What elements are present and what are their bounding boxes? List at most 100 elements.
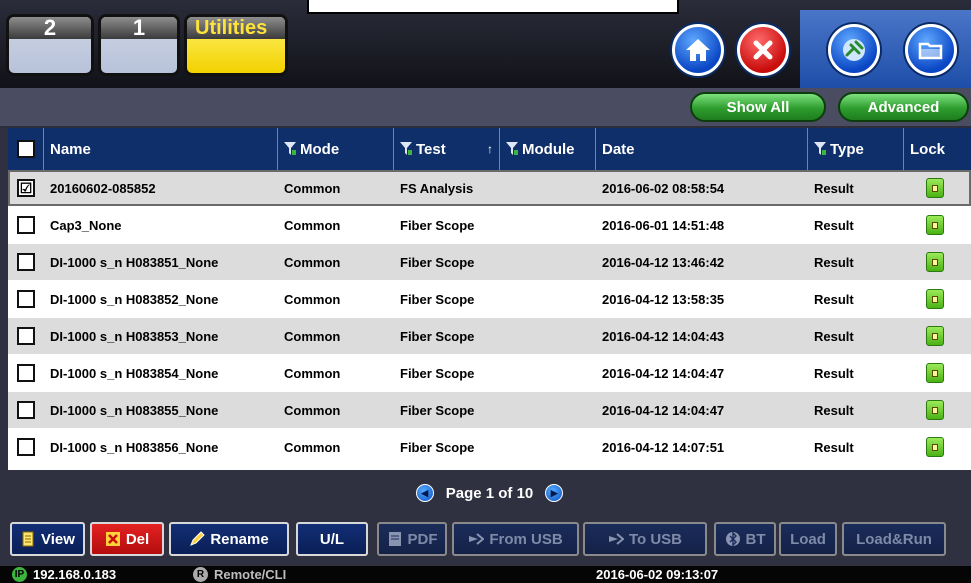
bluetooth-button[interactable]: BT — [714, 522, 776, 556]
pager: ◀ Page 1 of 10 ▶ — [8, 470, 971, 516]
row-checkbox[interactable] — [17, 253, 35, 271]
from-usb-button[interactable]: From USB — [452, 522, 579, 556]
cell-date: 2016-04-12 14:04:47 — [602, 402, 725, 418]
select-all-cell — [8, 128, 44, 170]
document-icon — [22, 531, 34, 547]
lock-icon[interactable] — [926, 400, 944, 420]
lock-icon[interactable] — [926, 252, 944, 272]
column-header-type[interactable]: Type — [808, 128, 904, 170]
lock-icon[interactable] — [926, 326, 944, 346]
tab-1[interactable]: 1 — [98, 14, 180, 76]
lock-icon[interactable] — [926, 437, 944, 457]
remote-connect-button[interactable] — [828, 24, 880, 76]
lock-body — [932, 443, 938, 451]
row-checkbox[interactable] — [17, 216, 35, 234]
rename-button[interactable]: Rename — [169, 522, 289, 556]
table-row[interactable]: DI-1000 s_n H083855_None Common Fiber Scop… — [8, 392, 971, 428]
row-checkbox-cell — [17, 429, 35, 465]
cell-type: Result — [814, 180, 854, 196]
cell-type: Result — [814, 291, 854, 307]
select-all-checkbox[interactable] — [16, 140, 35, 158]
row-checkbox[interactable] — [17, 327, 35, 345]
view-button[interactable]: View — [10, 522, 85, 556]
top-bar: 2 1 Utilities — [0, 0, 971, 88]
column-header-test[interactable]: Test ↑ — [394, 128, 500, 170]
row-checkbox[interactable] — [17, 438, 35, 456]
row-checkbox[interactable] — [17, 290, 35, 308]
table-row[interactable]: DI-1000 s_n H083854_None Common Fiber Scop… — [8, 355, 971, 391]
table-row[interactable]: DI-1000 s_n H083853_None Common Fiber Scop… — [8, 318, 971, 354]
cell-lock — [926, 207, 944, 243]
column-header-module[interactable]: Module — [500, 128, 596, 170]
cell-lock — [926, 281, 944, 317]
delete-button[interactable]: Del — [90, 522, 164, 556]
delete-label: Del — [125, 530, 150, 548]
cell-mode: Common — [284, 254, 341, 270]
open-folder-button[interactable] — [905, 24, 957, 76]
cell-type: Result — [814, 365, 854, 381]
table-header: Name Mode Test ↑ Module Date Type Lock — [8, 128, 971, 170]
close-icon — [753, 40, 773, 60]
home-icon — [686, 39, 710, 61]
load-and-run-button[interactable]: Load&Run — [842, 522, 946, 556]
pdf-button[interactable]: PDF — [377, 522, 447, 556]
lock-icon[interactable] — [926, 178, 944, 198]
cell-name: DI-1000 s_n H083856_None — [50, 439, 219, 455]
cell-name: DI-1000 s_n H083851_None — [50, 254, 219, 270]
cell-date: 2016-04-12 14:04:43 — [602, 328, 725, 344]
column-header-date[interactable]: Date — [596, 128, 808, 170]
row-checkbox-cell — [17, 392, 35, 428]
row-checkbox-cell — [17, 244, 35, 280]
home-button[interactable] — [672, 24, 724, 76]
lock-icon[interactable] — [926, 363, 944, 383]
lock-icon[interactable] — [926, 289, 944, 309]
table-row[interactable]: DI-1000 s_n H083851_None Common Fiber Scop… — [8, 244, 971, 280]
cell-test: Fiber Scope — [400, 291, 475, 307]
advanced-button[interactable]: Advanced — [838, 92, 969, 122]
table-row[interactable]: DI-1000 s_n H083856_None Common Fiber Scop… — [8, 429, 971, 465]
lock-body — [932, 184, 938, 192]
cell-test: FS Analysis — [400, 180, 474, 196]
row-checkbox-cell — [17, 318, 35, 354]
to-usb-button[interactable]: To USB — [583, 522, 707, 556]
row-checkbox[interactable] — [17, 364, 35, 382]
table-row[interactable]: ☑ 20160602-085852 Common FS Analysis 2016-06… — [8, 170, 971, 206]
table-row[interactable]: DI-1000 s_n H083852_None Common Fiber Scop… — [8, 281, 971, 317]
cell-name: DI-1000 s_n H083853_None — [50, 328, 219, 344]
clock: 2016-06-02 09:13:07 — [596, 567, 718, 582]
cell-type: Result — [814, 217, 854, 233]
lock-icon[interactable] — [926, 215, 944, 235]
title-panel — [307, 0, 679, 14]
close-button[interactable] — [737, 24, 789, 76]
bluetooth-label: BT — [745, 530, 766, 548]
cell-type: Result — [814, 439, 854, 455]
remote-status: R Remote/CLI — [193, 567, 286, 582]
table-row[interactable]: Cap3_None Common Fiber Scope 2016-06-01 14:… — [8, 207, 971, 243]
upload-button[interactable]: U/L — [296, 522, 368, 556]
tab-utilities[interactable]: Utilities — [184, 14, 288, 76]
remote-label: Remote/CLI — [214, 567, 287, 582]
tab-label: Utilities — [187, 17, 285, 39]
rename-label: Rename — [210, 530, 269, 548]
row-checkbox-cell — [17, 281, 35, 317]
cell-test: Fiber Scope — [400, 439, 475, 455]
row-checkbox[interactable] — [17, 401, 35, 419]
prev-page-button[interactable]: ◀ — [415, 484, 434, 502]
column-header-name[interactable]: Name — [44, 128, 278, 170]
cell-mode: Common — [284, 328, 341, 344]
left-edge — [0, 128, 8, 516]
app-window: 2 1 Utilities Show All Advanced Name Mod… — [0, 0, 971, 583]
show-all-button[interactable]: Show All — [690, 92, 826, 122]
next-page-button[interactable]: ▶ — [545, 484, 564, 502]
cell-name: Cap3_None — [50, 217, 122, 233]
action-bar: View Del Rename U/L PDF From USB To USB … — [0, 516, 971, 566]
load-button[interactable]: Load — [779, 522, 837, 556]
column-header-lock[interactable]: Lock — [904, 128, 971, 170]
cell-name: 20160602-085852 — [50, 180, 156, 196]
cell-test: Fiber Scope — [400, 328, 475, 344]
tab-2[interactable]: 2 — [6, 14, 94, 76]
cell-lock — [926, 318, 944, 354]
column-header-mode[interactable]: Mode — [278, 128, 394, 170]
datetime: 2016-06-02 09:13:07 — [596, 567, 719, 582]
row-checkbox[interactable]: ☑ — [17, 179, 35, 197]
